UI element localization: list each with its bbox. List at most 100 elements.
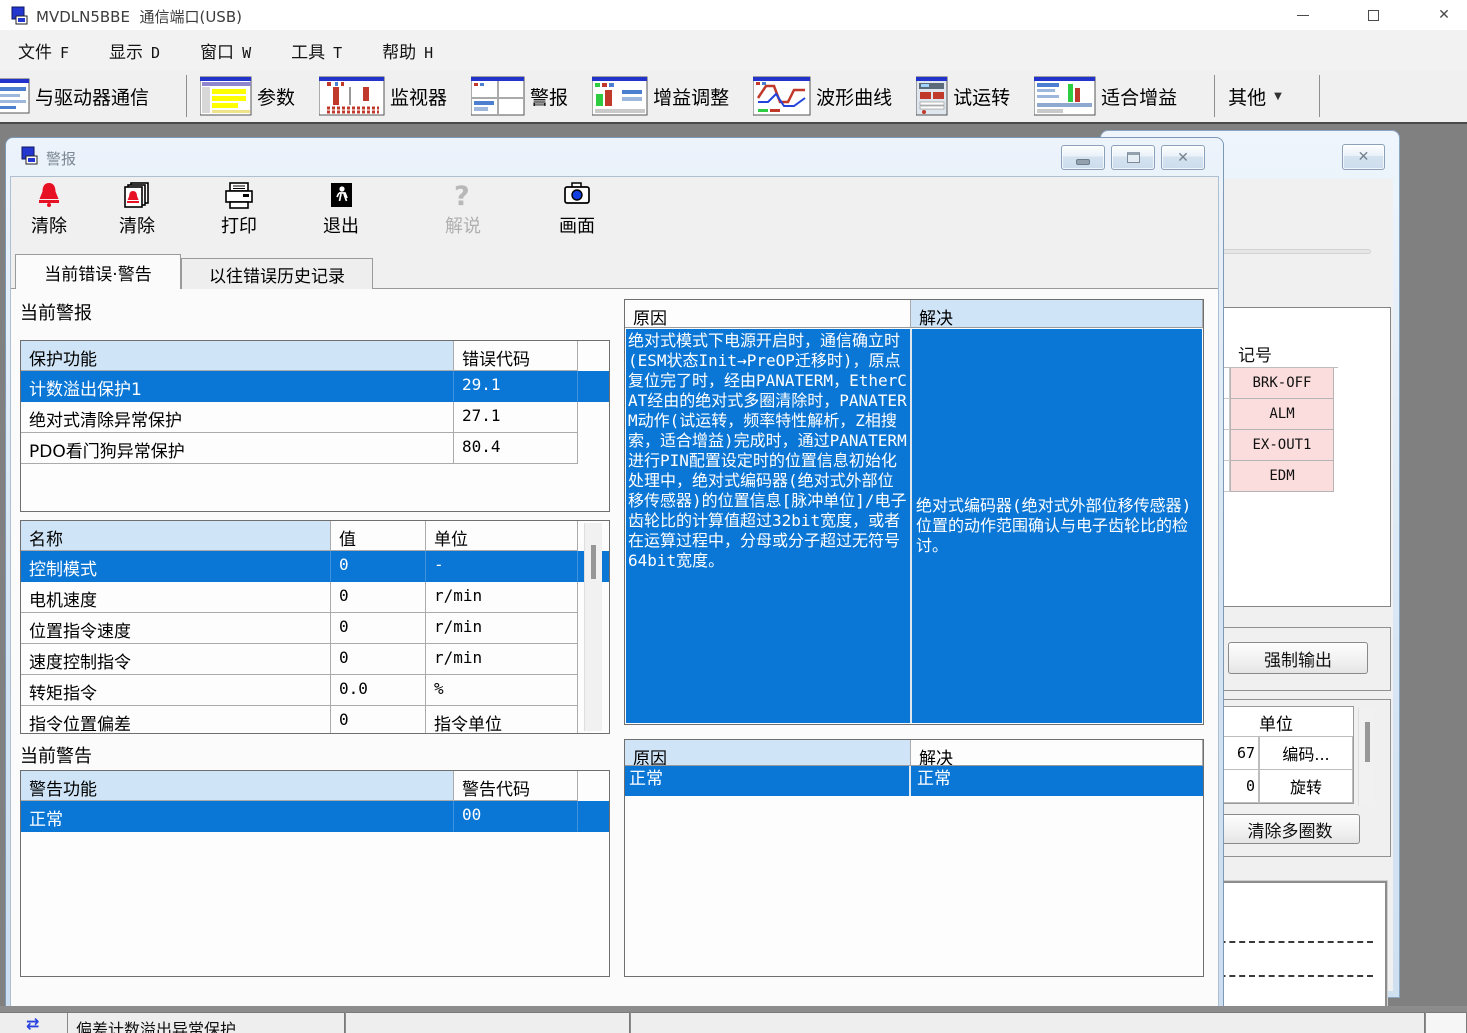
monitor-table-header: 名称 值 单位: [21, 521, 609, 551]
alarm-table-row[interactable]: 计数溢出保护1 29.1: [21, 371, 609, 402]
alarm-table-header: 保护功能 错误代码: [21, 341, 609, 371]
restore-icon: [1127, 152, 1140, 163]
cause-solution-table: 原因 解决 绝对式模式下电源开启时，通信确立时(ESM状态Init→PreOP迁…: [624, 299, 1204, 725]
bottom-segment: [631, 1012, 1425, 1033]
waveform-window-icon: [753, 76, 811, 116]
menu-file[interactable]: 文件F: [18, 38, 69, 63]
unit-table-header: 单位: [1259, 707, 1293, 736]
alarm-restore-button[interactable]: [1111, 145, 1155, 170]
alarm-tab-content: 当前警报 保护功能 错误代码 计数溢出保护1 29.1 绝对式清除异常保护 27…: [11, 289, 1218, 1007]
alarm-table: 保护功能 错误代码 计数溢出保护1 29.1 绝对式清除异常保护 27.1 PD…: [20, 340, 610, 512]
current-alarm-label: 当前警报: [20, 299, 92, 325]
warning-cause-row[interactable]: 正常 正常: [625, 766, 1203, 796]
print-button[interactable]: 打印: [211, 177, 267, 238]
signal-cell: ALM: [1230, 399, 1334, 430]
alarm-minimize-button[interactable]: [1061, 145, 1105, 170]
bottom-strip: ⇄ 偏差计数溢出异常保护: [0, 1006, 1467, 1033]
trial-run-window-icon: [916, 76, 948, 116]
tab-error-history[interactable]: 以往错误历史记录: [181, 258, 373, 289]
comm-window-icon: [0, 77, 30, 115]
monitor-window-icon: [319, 76, 385, 116]
clear-current-button[interactable]: 清除: [21, 177, 77, 238]
alarm-window-title: 警报: [46, 148, 76, 169]
signal-row[interactable]: EX-OUT1: [1218, 430, 1338, 461]
monitor-table-row[interactable]: 电机速度 0 r/min: [21, 582, 609, 613]
monitor-table-row[interactable]: 速度控制指令 0 r/min: [21, 644, 609, 675]
toolbar-trial-run-button[interactable]: 试运转: [916, 76, 1010, 116]
toolbar-comm-button[interactable]: 与驱动器通信: [0, 77, 149, 115]
alarm-close-button[interactable]: ✕: [1161, 145, 1205, 170]
monitor-table-row[interactable]: 转矩指令 0.0 %: [21, 675, 609, 706]
unit-row[interactable]: 0 旋转: [1215, 770, 1353, 803]
alarm-tabbar: 当前错误·警告 以往错误历史记录: [11, 251, 1218, 289]
toolbar-monitor-button[interactable]: 监视器: [319, 76, 447, 116]
monitor-scrollbar-thumb[interactable]: [591, 545, 596, 579]
bottom-alarm-row[interactable]: ⇄ 偏差计数溢出异常保护: [0, 1012, 345, 1033]
alarm-titlebar[interactable]: 警报 ✕: [6, 138, 1223, 176]
toolbar-fit-gain-button[interactable]: 适合增益: [1034, 76, 1177, 116]
warning-table-row[interactable]: 正常 00: [21, 801, 609, 832]
signal-row[interactable]: EDM: [1218, 461, 1338, 492]
toolbar-separator: [1214, 75, 1215, 117]
signal-cell: BRK-OFF: [1230, 368, 1334, 399]
fit-gain-window-icon: [1034, 76, 1096, 116]
signal-table-header: 记号: [1218, 338, 1338, 368]
dropdown-arrow-icon: ▼: [1274, 91, 1282, 102]
alarm-cause-text: 绝对式模式下电源开启时，通信确立时(ESM状态Init→PreOP迁移时)，原点…: [626, 329, 912, 723]
tab-current-errors[interactable]: 当前错误·警告: [15, 254, 181, 289]
swap-arrows-icon: ⇄: [26, 1014, 39, 1033]
monitor-scrollbar[interactable]: [584, 523, 602, 731]
warning-cause-solution-table: 原因 解决 正常 正常: [624, 739, 1204, 977]
main-minimize-button[interactable]: [1280, 0, 1326, 30]
monitor-table-row[interactable]: 指令位置偏差 0 指令单位: [21, 706, 609, 734]
monitor-table: 名称 值 单位 控制模式 0 - 电机速度 0 r/min 位置指令速度 0: [20, 520, 610, 734]
clear-history-button[interactable]: 清除: [109, 177, 165, 238]
main-titlebar[interactable]: MVDLN5BBE 通信端口(USB) ✕: [0, 0, 1467, 30]
monitor-table-row[interactable]: 位置指令速度 0 r/min: [21, 613, 609, 644]
alarm-window: 警报 ✕ 清除: [5, 137, 1224, 1013]
maximize-icon: [1368, 10, 1379, 21]
toolbar-alarm-button[interactable]: 警报: [471, 76, 568, 116]
clear-bell-icon: [32, 181, 66, 211]
current-warning-label: 当前警告: [20, 742, 92, 768]
warning-solution-text: 正常: [911, 766, 1203, 796]
close-icon: ✕: [1438, 7, 1450, 23]
signal-cell: EDM: [1230, 461, 1334, 492]
toolbar-separator: [1319, 75, 1320, 117]
alarm-table-row[interactable]: 绝对式清除异常保护 27.1: [21, 402, 609, 433]
minimize-icon: [1076, 159, 1090, 165]
monitor-table-row[interactable]: 控制模式 0 -: [21, 551, 609, 582]
app-icon: [20, 146, 40, 166]
toolbar-waveform-button[interactable]: 波形曲线: [753, 76, 892, 116]
bottom-segment: [1426, 1012, 1467, 1033]
main-maximize-button[interactable]: [1350, 0, 1396, 30]
alarm-table-row[interactable]: PDO看门狗异常保护 80.4: [21, 433, 609, 464]
explain-button: ? 解说: [435, 177, 491, 238]
force-output-button[interactable]: 强制输出: [1228, 642, 1368, 674]
menu-bar: 文件F 显示D 窗口W 工具T 帮助H: [0, 30, 1467, 70]
warning-table-header: 警告功能 警告代码: [21, 771, 609, 801]
alarm-solution-text: 绝对式编码器(绝对式外部位移传感器)位置的动作范围确认与电子齿轮比的检讨。: [916, 496, 1198, 556]
menu-help[interactable]: 帮助H: [382, 38, 433, 63]
alarm-window-icon: [471, 76, 525, 116]
toolbar-gain-tuning-button[interactable]: 增益调整: [592, 76, 729, 116]
main-close-button[interactable]: ✕: [1421, 0, 1467, 30]
bgwin-close-button[interactable]: ✕: [1342, 144, 1385, 170]
signal-row[interactable]: BRK-OFF: [1218, 368, 1338, 399]
menu-display[interactable]: 显示D: [109, 38, 160, 63]
toolbar-parameters-button[interactable]: 参数: [200, 76, 295, 116]
exit-button[interactable]: 退出: [313, 177, 369, 238]
signal-cell: EX-OUT1: [1230, 430, 1334, 461]
help-icon: ?: [448, 181, 478, 211]
clear-multiturn-button[interactable]: 清除多圈数: [1220, 814, 1360, 844]
menu-tools[interactable]: 工具T: [291, 38, 342, 63]
screen-button[interactable]: 画面: [549, 177, 605, 238]
menu-window[interactable]: 窗口W: [200, 38, 251, 63]
signal-row[interactable]: ALM: [1218, 399, 1338, 430]
unit-scrollbar-thumb[interactable]: [1365, 722, 1370, 762]
main-window-title: MVDLN5BBE 通信端口(USB): [36, 6, 242, 27]
unit-row[interactable]: 67 编码...: [1215, 737, 1353, 770]
main-toolbar: 与驱动器通信 参数 监视器 警报: [0, 70, 1467, 124]
unit-scrollbar[interactable]: [1358, 708, 1374, 806]
toolbar-other-button[interactable]: 其他 ▼: [1228, 83, 1282, 110]
